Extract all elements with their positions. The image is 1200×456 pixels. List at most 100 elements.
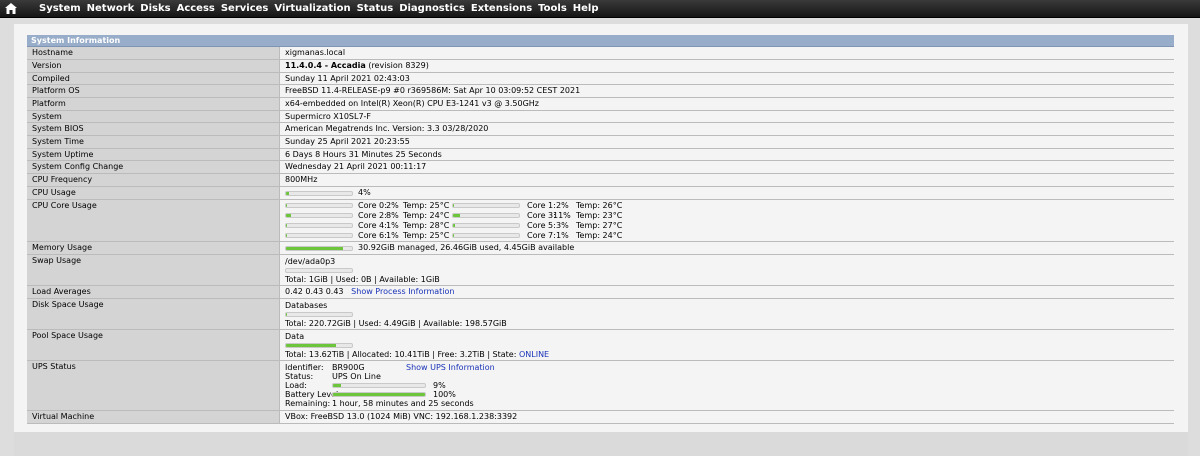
nav-network[interactable]: Network bbox=[87, 0, 135, 17]
core-name: Core 1: bbox=[527, 201, 556, 210]
show-ups-information-link[interactable]: Show UPS Information bbox=[406, 363, 495, 373]
row-label: System bbox=[27, 111, 280, 122]
core-temp: Temp: 25°C bbox=[403, 201, 450, 210]
compiled-value: Sunday 11 April 2021 02:43:03 bbox=[285, 74, 410, 83]
pool-bar bbox=[285, 343, 353, 348]
cpu-usage-fill bbox=[286, 192, 289, 195]
platform-os-value: FreeBSD 11.4-RELEASE-p9 #0 r369586M: Sat… bbox=[285, 86, 581, 95]
load-value: 0.42 0.43 0.43 Show Process Information bbox=[285, 286, 1174, 298]
row-label: System Uptime bbox=[27, 149, 280, 160]
top-menu-bar: System Network Disks Access Services Vir… bbox=[0, 0, 1200, 18]
row-label: Pool Space Usage bbox=[27, 330, 280, 360]
nav-help[interactable]: Help bbox=[573, 0, 599, 17]
row-label: CPU Usage bbox=[27, 187, 280, 199]
core-usage: 11% bbox=[553, 211, 571, 220]
row-disk-space-usage: Disk Space Usage Databases Total: 220.72… bbox=[27, 299, 1174, 330]
core-name: Core 6: bbox=[358, 231, 387, 240]
row-label: Virtual Machine bbox=[27, 411, 280, 423]
system-value: Supermicro X10SL7-F bbox=[285, 112, 372, 121]
row-platform-os: Platform OS FreeBSD 11.4-RELEASE-p9 #0 r… bbox=[27, 85, 1174, 98]
row-cpu-usage: CPU Usage 4% bbox=[27, 187, 1174, 200]
ups-battery-bar bbox=[332, 392, 426, 397]
core-bar bbox=[285, 203, 353, 208]
core-bar bbox=[452, 203, 520, 208]
core-name: Core 2: bbox=[358, 211, 387, 220]
core-usage: 1% bbox=[386, 221, 399, 230]
row-label: Memory Usage bbox=[27, 242, 280, 254]
core-usage: 3% bbox=[556, 221, 569, 230]
row-virtual-machine: Virtual Machine VBox: FreeBSD 13.0 (1024… bbox=[27, 411, 1174, 424]
core-usage: 1% bbox=[556, 231, 569, 240]
core-temp: Temp: 24°C bbox=[576, 231, 623, 240]
row-label: System Config Change bbox=[27, 161, 280, 173]
pool-name: Data bbox=[285, 332, 305, 341]
row-label: Version bbox=[27, 60, 280, 72]
row-label: System BIOS bbox=[27, 123, 280, 135]
disk-fill bbox=[286, 313, 288, 316]
system-time-value: Sunday 25 April 2021 20:23:55 bbox=[285, 137, 410, 146]
nav-extensions[interactable]: Extensions bbox=[471, 0, 532, 17]
core-fill bbox=[286, 214, 292, 217]
core-temp: Temp: 24°C bbox=[403, 211, 450, 220]
memory-bar bbox=[285, 246, 353, 251]
core-name: Core 4: bbox=[358, 221, 387, 230]
version-revision: (revision 8329) bbox=[365, 61, 429, 70]
load-averages: 0.42 0.43 0.43 bbox=[285, 287, 344, 296]
disk-name: Databases bbox=[285, 301, 328, 310]
row-label: System Time bbox=[27, 136, 280, 148]
memory-fill bbox=[286, 247, 343, 250]
row-memory-usage: Memory Usage 30.92GiB managed, 26.46GiB … bbox=[27, 242, 1174, 255]
nav-services[interactable]: Services bbox=[221, 0, 269, 17]
platform-value: x64-embedded on Intel(R) Xeon(R) CPU E3-… bbox=[285, 99, 540, 108]
version-name: 11.4.0.4 - Accadia bbox=[285, 61, 366, 70]
swap-summary: Total: 1GiB | Used: 0B | Available: 1GiB bbox=[285, 275, 440, 284]
ups-remaining-value: 1 hour, 58 minutes and 25 seconds bbox=[332, 399, 474, 408]
pool-summary: Total: 13.62TiB | Allocated: 10.41TiB | … bbox=[285, 350, 549, 360]
core-bar bbox=[285, 223, 353, 228]
row-compiled: Compiled Sunday 11 April 2021 02:43:03 bbox=[27, 73, 1174, 85]
home-icon[interactable] bbox=[5, 3, 17, 14]
core-bar bbox=[452, 213, 520, 218]
row-cpu-core-usage: CPU Core Usage Core 0: 2% Temp: 25°C Cor… bbox=[27, 200, 1174, 242]
row-system: System Supermicro X10SL7-F bbox=[27, 111, 1174, 123]
disk-summary: Total: 220.72GiB | Used: 4.49GiB | Avail… bbox=[285, 319, 507, 328]
core-name: Core 5: bbox=[527, 221, 556, 230]
core-fill bbox=[286, 224, 287, 227]
row-cpu-frequency: CPU Frequency 800MHz bbox=[27, 174, 1174, 187]
row-hostname: Hostname xigmanas.local bbox=[27, 47, 1174, 60]
core-temp: Temp: 27°C bbox=[576, 221, 623, 230]
nav-virtualization[interactable]: Virtualization bbox=[274, 0, 350, 17]
core-temp: Temp: 28°C bbox=[403, 221, 450, 230]
main-nav: System Network Disks Access Services Vir… bbox=[39, 0, 605, 17]
core-temp: Temp: 26°C bbox=[576, 201, 623, 210]
memory-text: 30.92GiB managed, 26.46GiB used, 4.45GiB… bbox=[358, 243, 575, 252]
nav-access[interactable]: Access bbox=[177, 0, 215, 17]
show-process-information-link[interactable]: Show Process Information bbox=[351, 287, 454, 296]
row-label: Swap Usage bbox=[27, 255, 280, 285]
row-pool-space-usage: Pool Space Usage Data Total: 13.62TiB | … bbox=[27, 330, 1174, 361]
row-swap-usage: Swap Usage /dev/ada0p3 Total: 1GiB | Use… bbox=[27, 255, 1174, 286]
virtual-machine-value: VBox: FreeBSD 13.0 (1024 MiB) VNC: 192.1… bbox=[285, 412, 518, 421]
nav-disks[interactable]: Disks bbox=[140, 0, 170, 17]
core-name: Core 0: bbox=[358, 201, 387, 210]
core-fill bbox=[453, 204, 455, 207]
nav-tools[interactable]: Tools bbox=[538, 0, 567, 17]
ups-load-fill bbox=[333, 384, 342, 387]
nav-system[interactable]: System bbox=[39, 0, 81, 17]
core-fill bbox=[286, 204, 288, 207]
cpu-usage-bar bbox=[285, 191, 353, 196]
ups-load-bar bbox=[332, 383, 426, 388]
row-ups-status: UPS Status Identifier: BR900G Show UPS I… bbox=[27, 361, 1174, 411]
swap-bar bbox=[285, 268, 353, 273]
swap-device: /dev/ada0p3 bbox=[285, 257, 336, 266]
pool-fill bbox=[286, 344, 337, 347]
ups-remaining-label: Remaining: bbox=[285, 399, 331, 408]
core-bar bbox=[285, 233, 353, 238]
version-value: 11.4.0.4 - Accadia (revision 8329) bbox=[285, 60, 1174, 72]
row-label: Hostname bbox=[27, 47, 280, 59]
row-system-time: System Time Sunday 25 April 2021 20:23:5… bbox=[27, 136, 1174, 149]
disk-bar bbox=[285, 312, 353, 317]
nav-diagnostics[interactable]: Diagnostics bbox=[399, 0, 465, 17]
nav-status[interactable]: Status bbox=[357, 0, 394, 17]
core-fill bbox=[453, 224, 455, 227]
